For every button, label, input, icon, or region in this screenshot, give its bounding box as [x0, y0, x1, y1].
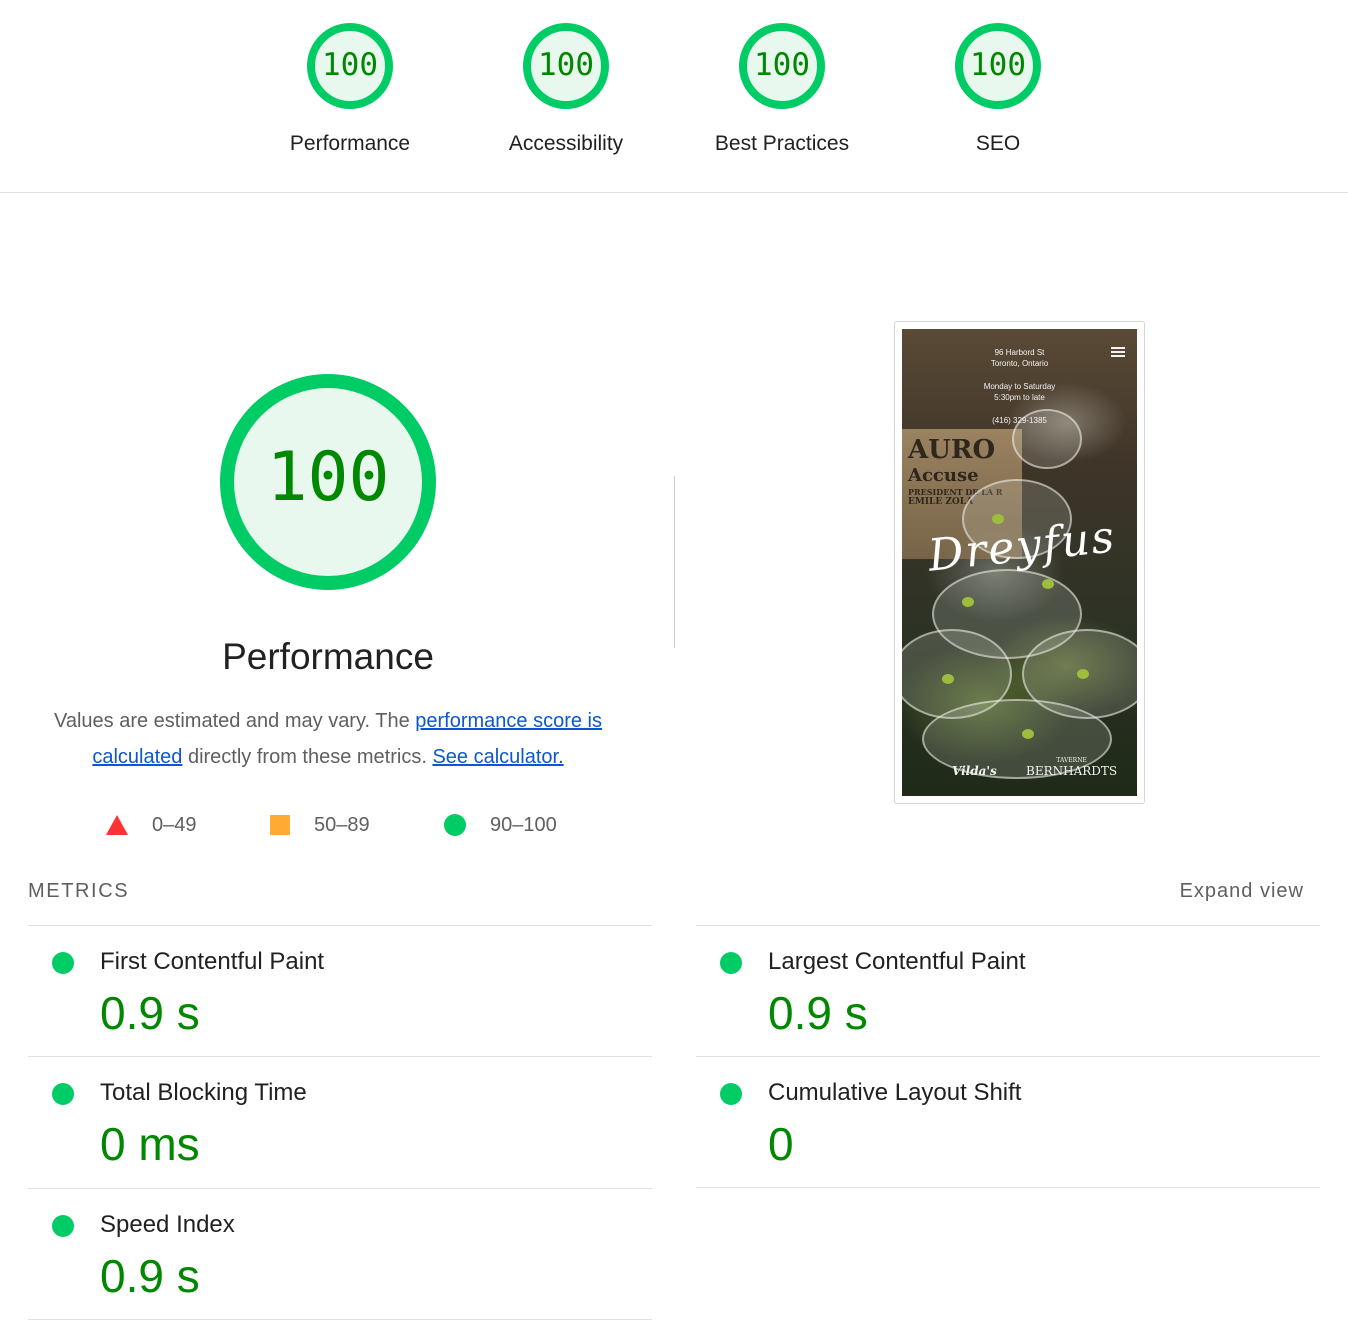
legend-range: 0–49	[152, 813, 197, 836]
gauge-ring: 100	[738, 22, 826, 110]
address-line: 96 Harbord St	[994, 348, 1045, 357]
pass-circle-icon	[52, 1215, 74, 1237]
hamburger-menu-icon	[1111, 347, 1125, 359]
poster-text: EMILE ZOLA	[908, 497, 974, 507]
gauge-seo[interactable]: 100 SEO	[908, 22, 1088, 156]
screenshot-image: AURO Accuse PRESIDENT DE LA R EMILE ZOLA…	[902, 329, 1137, 796]
screenshot-address: 96 Harbord St Toronto, Ontario	[942, 347, 1097, 369]
circle-icon	[444, 814, 466, 836]
gauge-ring: 100	[522, 22, 610, 110]
olive-graphic	[1077, 669, 1089, 679]
metric-title: Cumulative Layout Shift	[768, 1079, 1022, 1106]
olive-graphic	[962, 597, 974, 607]
gauge-accessibility[interactable]: 100 Accessibility	[476, 22, 656, 156]
gauge-label: Accessibility	[508, 132, 624, 155]
square-icon	[270, 815, 290, 835]
gauge-ring: 100	[306, 22, 394, 110]
description-text: directly from these metrics.	[182, 746, 433, 768]
olive-graphic	[942, 674, 954, 684]
legend-average: 50–89	[270, 812, 370, 838]
metric-value: 0.9 s	[100, 1250, 200, 1302]
metric-value: 0.9 s	[768, 987, 868, 1039]
olive-graphic	[1022, 729, 1034, 739]
metrics-heading: METRICS	[28, 880, 130, 902]
pass-circle-icon	[720, 952, 742, 974]
gauge-ring: 100	[954, 22, 1042, 110]
footer-small-text: TAVERNE	[1056, 757, 1087, 764]
pass-circle-icon	[720, 1083, 742, 1105]
metric-title: Largest Contentful Paint	[768, 948, 1026, 975]
footer-text: BERNHARDTS	[1026, 764, 1118, 778]
gauge-score: 100	[322, 47, 378, 83]
gauge-label: Performance	[289, 132, 411, 155]
legend-range: 90–100	[490, 813, 557, 836]
gauge-score: 100	[754, 47, 810, 83]
gauge-performance[interactable]: 100 Performance	[260, 22, 440, 156]
final-screenshot[interactable]: AURO Accuse PRESIDENT DE LA R EMILE ZOLA…	[894, 321, 1145, 804]
performance-score: 100	[266, 438, 390, 517]
metric-first-contentful-paint: First Contentful Paint 0.9 s	[28, 925, 652, 1057]
footer-logo-left: Vilda's	[952, 764, 997, 778]
performance-description: Values are estimated and may vary. The p…	[20, 703, 636, 775]
gauge-score: 100	[970, 47, 1026, 83]
vertical-divider	[674, 476, 675, 648]
metric-title: Speed Index	[100, 1211, 235, 1238]
expand-view-toggle[interactable]: Expand view	[1180, 880, 1304, 903]
metric-cumulative-layout-shift: Cumulative Layout Shift 0	[696, 1056, 1320, 1188]
metric-value: 0 ms	[100, 1118, 200, 1170]
pass-circle-icon	[52, 1083, 74, 1105]
legend-pass: 90–100	[444, 812, 557, 838]
gauge-label: SEO	[975, 132, 1021, 155]
screenshot-hours: Monday to Saturday 5:30pm to late	[942, 381, 1097, 403]
screenshot-phone: (416) 329-1385	[992, 416, 1047, 425]
pass-circle-icon	[52, 952, 74, 974]
poster-text: AURO	[908, 435, 996, 465]
olive-graphic	[1042, 579, 1054, 589]
metric-total-blocking-time: Total Blocking Time 0 ms	[28, 1056, 652, 1188]
performance-title: Performance	[222, 636, 434, 677]
poster-text: Accuse	[908, 465, 979, 486]
description-text: Values are estimated and may vary. The	[53, 710, 416, 732]
footer-logo-right: TAVERNE BERNHARDTS	[1026, 757, 1117, 778]
legend-range: 50–89	[314, 813, 370, 836]
hours-line: Monday to Saturday	[983, 382, 1056, 391]
gauge-score: 100	[538, 47, 594, 83]
address-line: Toronto, Ontario	[990, 359, 1049, 368]
see-calculator-link[interactable]: See calculator.	[432, 746, 563, 768]
triangle-icon	[106, 815, 128, 835]
performance-gauge-large: 100	[218, 372, 438, 592]
divider-line	[696, 1187, 1320, 1188]
gauge-label: Best Practices	[714, 132, 850, 155]
legend-fail: 0–49	[106, 812, 197, 838]
metric-value: 0.9 s	[100, 987, 200, 1039]
category-summary-bar: 100 Performance 100 Accessibility 100 Be…	[0, 0, 1348, 193]
metric-largest-contentful-paint: Largest Contentful Paint 0.9 s	[696, 925, 1320, 1057]
metric-value: 0	[768, 1118, 794, 1170]
metric-title: First Contentful Paint	[100, 948, 325, 975]
divider-line	[28, 1319, 652, 1320]
hours-line: 5:30pm to late	[994, 393, 1045, 402]
metric-speed-index: Speed Index 0.9 s	[28, 1188, 652, 1320]
gauge-best-practices[interactable]: 100 Best Practices	[692, 22, 872, 156]
metric-title: Total Blocking Time	[100, 1079, 307, 1106]
